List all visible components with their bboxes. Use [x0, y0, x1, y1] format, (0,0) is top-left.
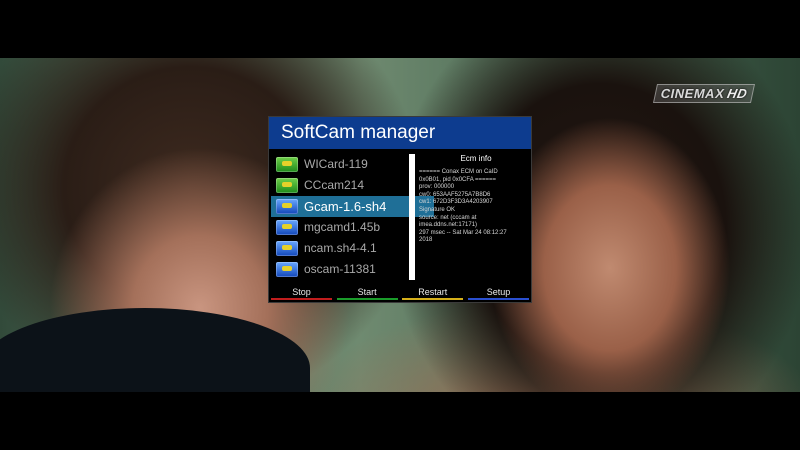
- ecm-info-title: Ecm info: [460, 154, 492, 163]
- green-cam-icon: [276, 157, 298, 172]
- channel-logo: CINEMAXHD: [652, 84, 756, 103]
- softcam-list-item[interactable]: ncam.sh4-4.1: [274, 238, 404, 259]
- softcam-list-item[interactable]: WICard-119: [274, 154, 404, 175]
- softcam-list-item[interactable]: oscam-11381: [274, 259, 404, 280]
- blue-cam-icon: [276, 241, 298, 256]
- ecm-info-text: ====== Conax ECM on CaID 0x0B01, pid 0x0…: [419, 169, 507, 244]
- softcam-list-item[interactable]: mgcamd1.45b: [274, 217, 404, 238]
- blue-cam-icon: [276, 220, 298, 235]
- channel-logo-text: CINEMAX: [659, 86, 727, 101]
- softcam-list-item[interactable]: CCcam214: [274, 175, 404, 196]
- softcam-label: WICard-119: [304, 157, 368, 171]
- softcam-label: oscam-11381: [304, 262, 376, 276]
- softcam-label: ncam.sh4-4.1: [304, 241, 377, 255]
- green-cam-icon: [276, 178, 298, 193]
- video-shirt-shape: [0, 308, 310, 392]
- blue-cam-icon: [276, 199, 298, 214]
- softcam-list[interactable]: WICard-119 CCcam214 Gcam-1.6-sh4 mgcamd1…: [271, 154, 434, 280]
- stop-button[interactable]: Stop: [271, 286, 332, 300]
- softcam-label: mgcamd1.45b: [304, 220, 381, 234]
- blue-cam-icon: [276, 262, 298, 277]
- color-button-bar: Stop Start Restart Setup: [271, 286, 529, 302]
- list-scrollbar[interactable]: [409, 154, 415, 280]
- softcam-label: CCcam214: [304, 178, 365, 192]
- channel-logo-hd: HD: [725, 86, 749, 101]
- restart-button[interactable]: Restart: [402, 286, 464, 300]
- setup-button[interactable]: Setup: [467, 286, 529, 300]
- start-button[interactable]: Start: [336, 286, 398, 300]
- softcam-manager-panel: SoftCam manager WICard-119 CCcam214 Gcam…: [268, 116, 532, 303]
- softcam-label: Gcam-1.6-sh4: [304, 199, 387, 214]
- panel-title: SoftCam manager: [269, 117, 531, 149]
